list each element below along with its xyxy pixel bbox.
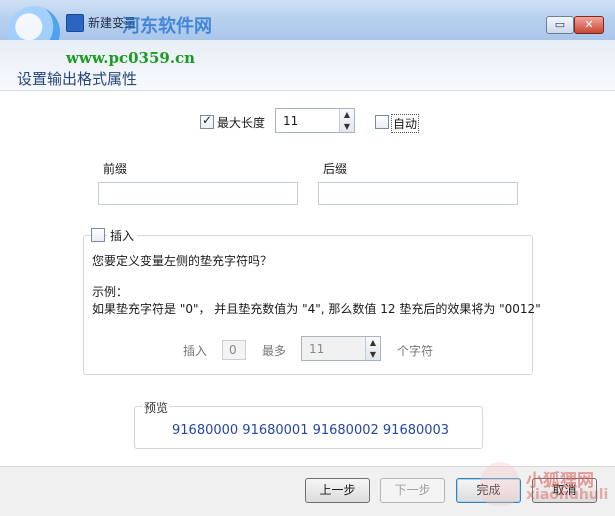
- minimize-button[interactable]: ▭: [546, 16, 574, 34]
- max-length-checkbox[interactable]: [200, 113, 214, 129]
- stepper-down-icon[interactable]: ▼: [340, 121, 354, 133]
- max-label: 最多: [262, 344, 287, 358]
- padding-question: 您要定义变量左侧的垫充字符吗？: [92, 254, 273, 268]
- auto-label: 自动: [391, 114, 420, 133]
- padding-checkbox-label: 插入: [107, 227, 138, 244]
- padding-stepper-arrows[interactable]: ▲ ▼: [365, 337, 380, 360]
- watermark-url: www.pc0359.cn: [66, 49, 196, 67]
- stepper-up-icon[interactable]: ▲: [340, 109, 354, 121]
- prefix-input[interactable]: [98, 182, 298, 205]
- preview-label: 预览: [142, 399, 171, 416]
- close-icon: ✕: [584, 18, 594, 31]
- suffix-label: 后缀: [323, 162, 348, 176]
- cat-logo-icon: [480, 462, 520, 506]
- max-length-value: 11: [283, 114, 299, 128]
- insert-char-value: 0: [229, 343, 237, 357]
- app-icon: [66, 14, 84, 32]
- close-button[interactable]: ✕: [574, 16, 604, 34]
- max-length-label: 最大长度: [217, 116, 266, 130]
- example-title: 示例：: [92, 285, 129, 299]
- corner-watermark-sub: xiaohuhuli: [526, 487, 609, 503]
- minimize-icon: ▭: [554, 18, 566, 31]
- example-text: 如果垫充字符是 "0"， 并且垫充数值为 "4", 那么数值 12 垫充后的效果…: [92, 302, 541, 316]
- unit-label: 个字符: [397, 344, 434, 358]
- next-button[interactable]: 下一步: [380, 478, 445, 503]
- stepper-arrows[interactable]: ▲ ▼: [339, 109, 354, 132]
- brand-overlay: 河东软件网: [122, 16, 212, 37]
- section-title: 设置输出格式属性: [17, 70, 138, 88]
- back-button[interactable]: 上一步: [305, 478, 370, 503]
- corner-watermark: 小狐狸网 xiaohuhuli: [480, 462, 610, 512]
- prefix-label: 前缀: [103, 162, 128, 176]
- padding-max-stepper[interactable]: 11 ▲ ▼: [301, 336, 381, 361]
- preview-text: 91680000 91680001 91680002 91680003: [172, 423, 450, 438]
- auto-checkbox[interactable]: [375, 115, 389, 129]
- insert-char-input[interactable]: 0: [222, 340, 246, 360]
- max-length-stepper[interactable]: 11 ▲ ▼: [275, 108, 355, 133]
- padding-checkbox[interactable]: [91, 228, 105, 242]
- padding-stepper-up-icon[interactable]: ▲: [366, 337, 380, 349]
- insert-label: 插入: [183, 344, 208, 358]
- padding-max-value: 11: [309, 342, 325, 356]
- padding-stepper-down-icon[interactable]: ▼: [366, 349, 380, 361]
- title-bar: 新建变量 河东软件网 ▭ ✕: [0, 0, 615, 40]
- suffix-input[interactable]: [318, 182, 518, 205]
